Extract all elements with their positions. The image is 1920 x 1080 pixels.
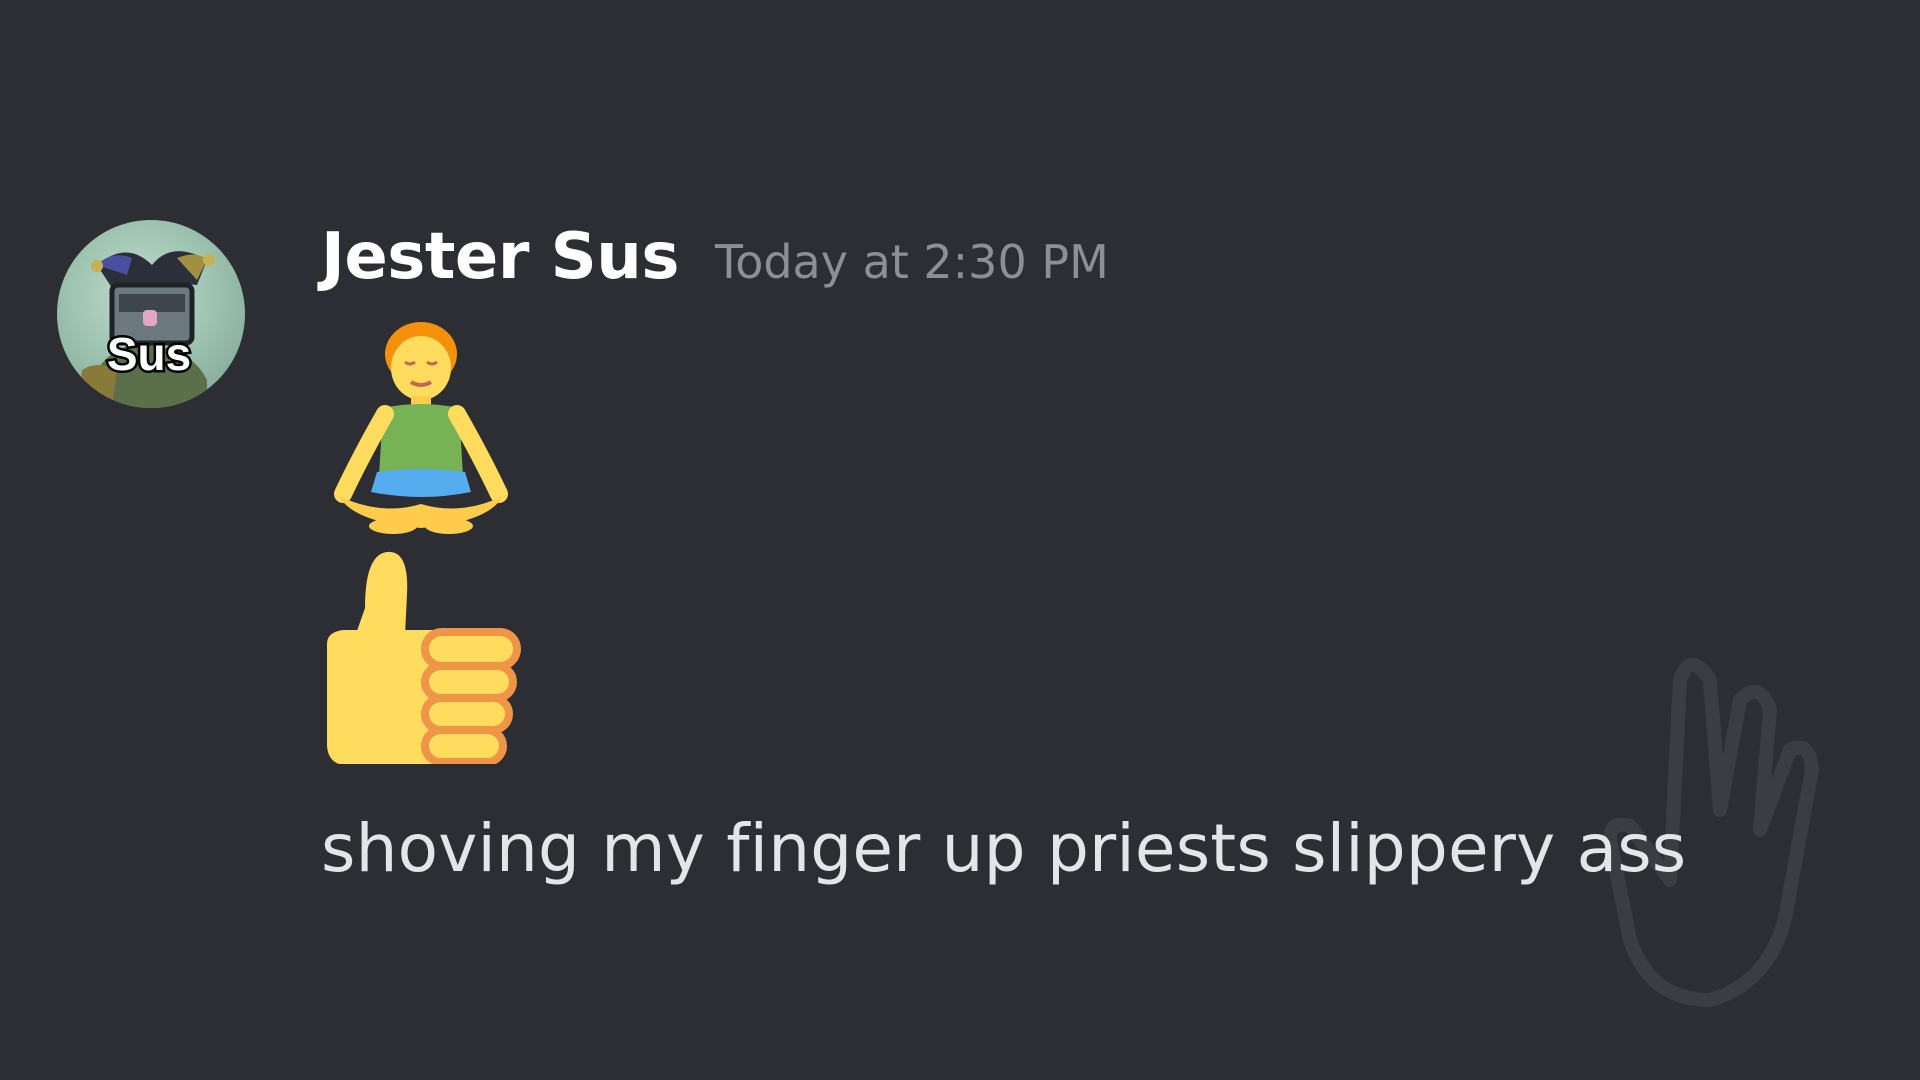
- chat-pane: Sus Jester Sus Today at 2:30 PM shoving …: [0, 0, 1920, 1080]
- message-header: Jester Sus Today at 2:30 PM: [321, 220, 1109, 300]
- thumbs-up-icon[interactable]: [321, 544, 521, 764]
- timestamp[interactable]: Today at 2:30 PM: [715, 235, 1109, 289]
- message-content: shoving my finger up priests slippery as…: [321, 810, 1687, 887]
- jester-avatar-icon: Sus: [77, 251, 215, 408]
- person-in-lotus-position-icon[interactable]: [321, 316, 521, 536]
- username[interactable]: Jester Sus: [321, 220, 679, 294]
- hand-watermark-icon: [1590, 640, 1850, 1020]
- chat-message: Sus Jester Sus Today at 2:30 PM shoving …: [57, 220, 1757, 920]
- emoji-stack: [321, 316, 561, 772]
- user-avatar[interactable]: Sus: [57, 220, 245, 408]
- avatar-label: Sus: [107, 328, 191, 380]
